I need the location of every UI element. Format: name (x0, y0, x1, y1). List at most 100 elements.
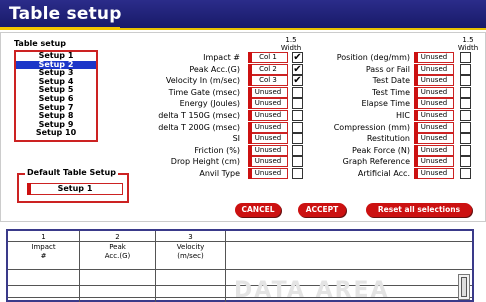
width-checkbox[interactable] (460, 110, 471, 121)
column-select-field[interactable]: Unused (414, 168, 454, 179)
column-select-field[interactable]: Unused (414, 110, 454, 121)
option-label: Position (deg/mm) (336, 53, 410, 62)
column-select-field[interactable]: Unused (248, 110, 288, 121)
scrollbar-thumb[interactable] (461, 277, 467, 297)
option-label: Elapse Time (361, 99, 410, 109)
width-checkbox[interactable] (460, 86, 471, 98)
option-label: SI (232, 134, 240, 144)
column-header-line: (m/sec) (177, 252, 204, 260)
option-label: Pass or Fail (365, 64, 410, 74)
column-select-field[interactable]: Unused (414, 133, 454, 145)
field-grip (414, 75, 418, 87)
option-label: Friction (%) (194, 145, 240, 155)
field-grip (248, 98, 252, 110)
column-select-value: Col 1 (259, 53, 277, 61)
width-checkbox[interactable] (460, 75, 471, 87)
field-grip (248, 75, 252, 87)
column-select-value: Unused (254, 157, 282, 166)
width-checkbox[interactable] (460, 98, 471, 110)
column-select-value: Unused (254, 134, 282, 143)
option-label: Compression (mm) (333, 122, 410, 132)
column-select-value: Unused (420, 99, 448, 108)
table-setup-label: Table setup (14, 39, 66, 48)
width-checkbox[interactable] (460, 144, 471, 156)
column-select-value: Unused (254, 87, 282, 96)
column-select-field[interactable]: Unused (248, 144, 288, 156)
option-label: Impact # (203, 53, 240, 62)
column-select-field[interactable]: Unused (248, 133, 288, 145)
column-select-field[interactable]: Unused (414, 144, 454, 156)
column-select-field[interactable]: Unused (414, 86, 454, 98)
option-label: Peak Force (N) (352, 145, 410, 155)
column-select-value: Col 3 (259, 76, 277, 85)
column-select-value: Unused (420, 169, 448, 177)
option-label: Drop Height (cm) (170, 157, 240, 167)
column-select-field[interactable]: Col 2 (248, 63, 288, 75)
option-label: Artificial Acc. (357, 169, 410, 178)
accept-button[interactable]: ACCEPT (298, 203, 346, 217)
vertical-scrollbar[interactable] (458, 274, 470, 300)
column-select-value: Unused (254, 169, 282, 177)
width-header-label: Width (457, 44, 479, 52)
option-label: delta T 150G (msec) (158, 111, 240, 120)
column-select-field[interactable]: Col 1 (248, 52, 288, 63)
field-grip (248, 156, 252, 168)
reset-all-button[interactable]: Reset all selections (366, 203, 472, 217)
column-select-field[interactable]: Unused (248, 156, 288, 168)
column-number: 1 (41, 233, 46, 241)
column-select-field[interactable]: Unused (248, 86, 288, 98)
setup-list-item[interactable]: Setup 10 (16, 129, 96, 138)
width-checkbox[interactable] (460, 156, 471, 168)
column-header-line: Impact (31, 243, 56, 251)
default-setup-field[interactable]: Setup 1 (27, 183, 123, 195)
width-checkbox[interactable] (460, 121, 471, 133)
data-area-watermark: DATA AREA (234, 278, 390, 302)
column-select-field[interactable]: Unused (248, 121, 288, 133)
option-label: Test Time (372, 87, 410, 97)
column-select-field[interactable]: Unused (248, 168, 288, 179)
field-grip (414, 156, 418, 168)
option-label: Energy (Joules) (179, 99, 240, 109)
column-select-value: Unused (254, 111, 282, 119)
option-label: delta T 200G (msec) (158, 122, 240, 132)
column-select-field[interactable]: Unused (414, 98, 454, 110)
cancel-button[interactable]: CANCEL (235, 203, 281, 217)
width-header-left: 1.5 Width (278, 36, 304, 52)
column-select-field[interactable]: Unused (248, 98, 288, 110)
width-checkbox[interactable] (460, 52, 471, 63)
column-select-field[interactable]: Unused (414, 52, 454, 63)
field-grip (248, 52, 252, 63)
column-header-line: # (40, 252, 47, 260)
column-select-value: Unused (254, 145, 282, 154)
data-column: 3 Velocity (m/sec) (156, 231, 226, 302)
option-label: Velocity In (m/sec) (165, 76, 240, 86)
column-select-value: Unused (254, 99, 282, 108)
default-setup-value: Setup 1 (57, 184, 93, 193)
width-checkbox[interactable] (460, 168, 471, 179)
field-grip (414, 133, 418, 145)
column-select-field[interactable]: Unused (414, 156, 454, 168)
width-checkbox[interactable] (460, 63, 471, 75)
field-grip (414, 52, 418, 63)
column-header: Peak Acc.(G) (80, 243, 155, 261)
column-select-field[interactable]: Col 3 (248, 75, 288, 87)
width-checkbox[interactable] (460, 133, 471, 145)
option-label: HIC (396, 111, 410, 120)
setup-list[interactable]: Setup 1 Setup 2 Setup 3 Setup 4 Setup 5 Setup… (14, 50, 98, 142)
width-header-label: Width (280, 44, 302, 52)
option-label: Test Date (372, 76, 410, 86)
field-grip (414, 121, 418, 133)
column-select-value: Unused (420, 111, 448, 119)
column-select-field[interactable]: Unused (414, 121, 454, 133)
field-grip (27, 183, 31, 195)
field-grip (414, 63, 418, 75)
data-area-panel: 1 Impact #2 Peak Acc.(G) 3 Velocity (m/sec) DAT… (6, 229, 474, 302)
field-grip (414, 98, 418, 110)
column-select-value: Unused (420, 76, 448, 85)
column-select-value: Unused (420, 145, 448, 154)
field-grip (248, 168, 252, 179)
column-header-line: Velocity (176, 243, 205, 251)
field-grip (414, 110, 418, 121)
column-select-field[interactable]: Unused (414, 75, 454, 87)
column-select-field[interactable]: Unused (414, 63, 454, 75)
